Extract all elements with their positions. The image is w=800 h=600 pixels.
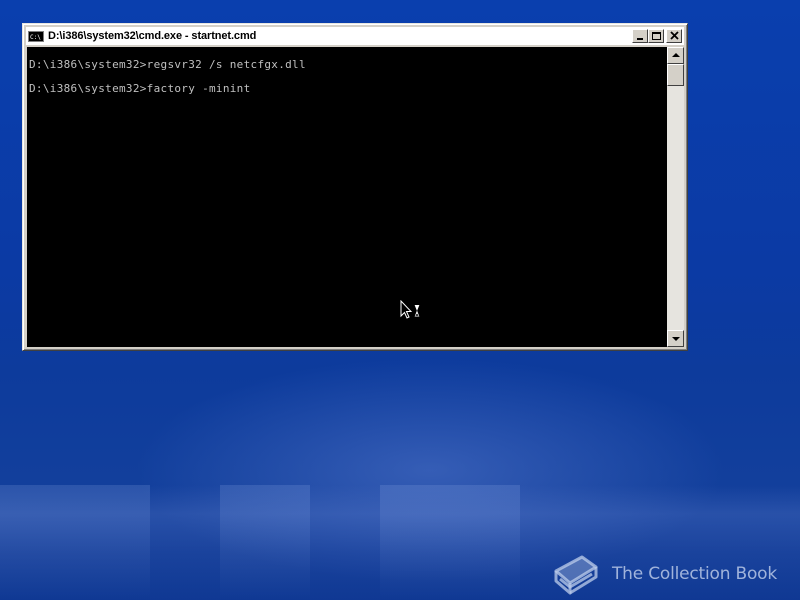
watermark-text: The Collection Book	[612, 564, 778, 584]
close-button[interactable]	[666, 29, 682, 43]
desktop-light-streak	[220, 485, 310, 600]
vertical-scrollbar[interactable]	[667, 47, 684, 347]
arrow-up-icon	[672, 53, 680, 57]
minimize-icon	[637, 38, 643, 40]
console-window[interactable]: C:\ D:\i386\system32\cmd.exe - startnet.…	[22, 23, 688, 351]
scroll-up-button[interactable]	[667, 47, 684, 64]
busy-cursor-icon	[400, 300, 421, 319]
watermark: The Collection Book	[548, 548, 777, 600]
window-controls	[632, 29, 682, 43]
minimize-button[interactable]	[632, 29, 648, 43]
maximize-icon	[652, 32, 661, 40]
desktop-light-streak	[380, 485, 520, 600]
desktop-light-streak	[0, 485, 150, 600]
window-title: D:\i386\system32\cmd.exe - startnet.cmd	[48, 30, 257, 42]
close-icon	[670, 31, 679, 40]
console-line: D:\i386\system32>regsvr32 /s netcfgx.dll	[29, 58, 306, 71]
console-output[interactable]: D:\i386\system32>regsvr32 /s netcfgx.dll…	[27, 47, 667, 347]
console-icon[interactable]: C:\	[28, 30, 44, 42]
console-line: D:\i386\system32>factory -minint	[29, 82, 251, 95]
book-icon	[554, 555, 598, 595]
scroll-thumb[interactable]	[667, 64, 684, 86]
scroll-down-button[interactable]	[667, 330, 684, 347]
maximize-button[interactable]	[648, 29, 664, 43]
arrow-down-icon	[672, 337, 680, 341]
window-title-bar[interactable]: C:\ D:\i386\system32\cmd.exe - startnet.…	[26, 27, 684, 45]
